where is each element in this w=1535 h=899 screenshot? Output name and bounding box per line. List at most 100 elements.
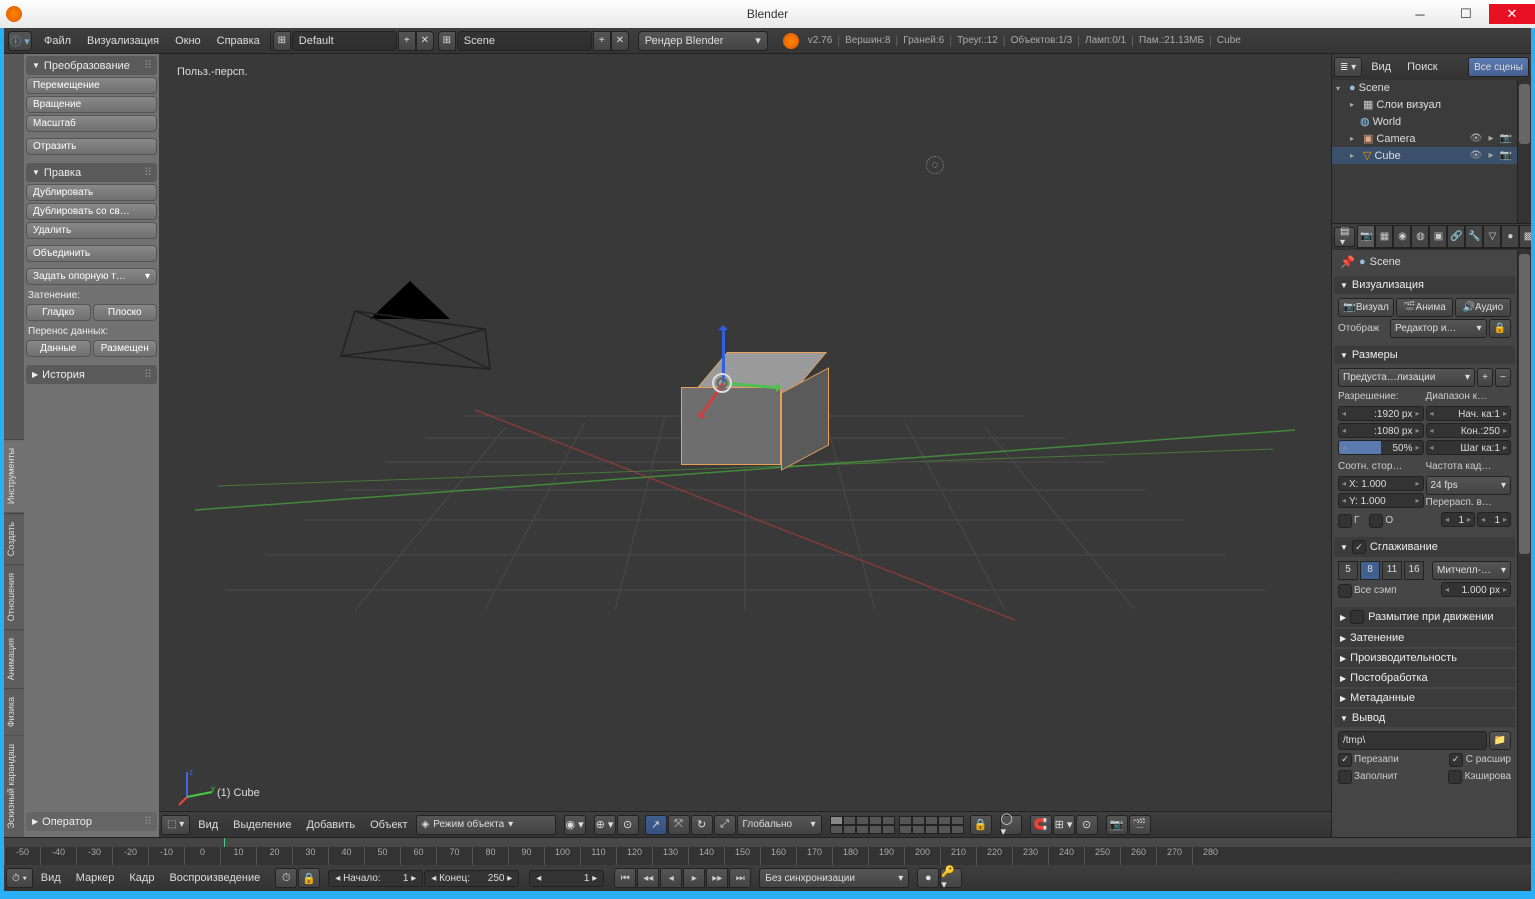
panel-motion-blur[interactable]: Размытие при движении (1334, 607, 1515, 627)
frame-start-field[interactable]: Нач. ка:1 (1426, 406, 1512, 421)
menu-render[interactable]: Визуализация (79, 35, 167, 47)
frame-start-input[interactable]: ◂ Начало:1 ▸ (328, 870, 423, 887)
delete-button[interactable]: Удалить (26, 222, 157, 239)
render-image-button[interactable]: 📷Визуал (1338, 298, 1394, 317)
rotate-button[interactable]: Вращение (26, 96, 157, 113)
render-engine-dropdown[interactable]: Рендер Blender▾ (638, 31, 768, 51)
current-frame-input[interactable]: ◂1 ▸ (529, 870, 604, 887)
tab-create[interactable]: Создать (4, 513, 24, 564)
outliner-item-scene[interactable]: Scene (1359, 82, 1390, 94)
proptab-scene[interactable]: ◉ (1393, 225, 1411, 248)
menu-help[interactable]: Справка (209, 35, 268, 47)
lock-layers-button[interactable]: 🔒 (970, 815, 992, 835)
aa-5-button[interactable]: 5 (1338, 561, 1358, 580)
shading-mode-button[interactable]: ◉ ▾ (564, 815, 586, 835)
res-pct-field[interactable]: 50% (1338, 440, 1424, 455)
border-check[interactable] (1338, 514, 1352, 528)
data-button[interactable]: Данные (26, 340, 91, 357)
duplicate-button[interactable]: Дублировать (26, 184, 157, 201)
proportional-edit-button[interactable]: ◯ ▾ (1000, 815, 1022, 835)
gizmo-center[interactable] (712, 373, 732, 393)
render-anim-button[interactable]: 🎬Анима (1396, 298, 1452, 317)
panel-postprocess[interactable]: Постобработка (1334, 669, 1515, 687)
frame-step-field[interactable]: Шаг ка:1 (1426, 440, 1512, 455)
render-audio-button[interactable]: 🔊Аудио (1455, 298, 1511, 317)
preset-add-button[interactable]: + (1477, 368, 1493, 387)
timeline-track[interactable]: -50-40-30-20-100102030405060708090100110… (4, 838, 1531, 865)
vp-menu-select[interactable]: Выделение (226, 819, 298, 831)
snap-element-button[interactable]: ⊞ ▾ (1053, 815, 1075, 835)
layers-widget[interactable] (830, 816, 964, 834)
outliner-scrollbar[interactable] (1517, 80, 1531, 223)
duplicate-linked-button[interactable]: Дублировать со св… (26, 203, 157, 220)
vp-menu-add[interactable]: Добавить (299, 819, 362, 831)
join-button[interactable]: Объединить (26, 245, 157, 262)
panel-performance[interactable]: Производительность (1334, 649, 1515, 667)
panel-antialias-title[interactable]: ✓Сглаживание (1334, 537, 1515, 557)
res-x-field[interactable]: :1920 px (1338, 406, 1424, 421)
outliner-menu-search[interactable]: Поиск (1400, 61, 1444, 73)
props-scrollbar[interactable] (1517, 250, 1531, 837)
aspect-x-field[interactable]: X: 1.000 (1338, 476, 1424, 491)
maximize-button[interactable]: ☐ (1443, 4, 1489, 24)
layout-name-field[interactable]: Default (292, 31, 397, 51)
jump-start-button[interactable]: ⏮ (614, 868, 636, 888)
fps-dropdown[interactable]: 24 fps▾ (1426, 476, 1512, 495)
aa-16-button[interactable]: 16 (1404, 561, 1424, 580)
pin-icon[interactable]: 📌 (1340, 255, 1355, 269)
render-animation-button[interactable]: 🎬 (1129, 815, 1151, 835)
outliner-item-cube[interactable]: Cube (1374, 150, 1400, 162)
layout-delete-button[interactable]: ✕ (416, 31, 434, 51)
tl-range-toggle[interactable]: ⏱ (275, 868, 297, 888)
aa-11-button[interactable]: 11 (1382, 561, 1402, 580)
proptab-material[interactable]: ● (1501, 225, 1519, 248)
minimize-button[interactable]: ─ (1397, 4, 1443, 24)
tab-relations[interactable]: Отношения (4, 564, 24, 629)
mode-dropdown[interactable]: ◈ Режим объекта ▾ (416, 815, 556, 835)
keyframe-prev-button[interactable]: ◂◂ (637, 868, 659, 888)
remap-new-field[interactable]: 1 (1477, 512, 1511, 527)
panel-operator[interactable]: Оператор⠿ (26, 812, 157, 831)
play-button[interactable]: ▸ (683, 868, 705, 888)
tab-grease-pencil[interactable]: Эскизный карандаш (4, 735, 24, 837)
translate-button[interactable]: Перемещение (26, 77, 157, 94)
preset-remove-button[interactable]: − (1495, 368, 1511, 387)
outliner-item-world[interactable]: World (1373, 116, 1402, 128)
render-preview-button[interactable]: 📷 (1106, 815, 1128, 835)
scale-button[interactable]: Масштаб (26, 115, 157, 132)
vp-menu-object[interactable]: Объект (363, 819, 414, 831)
panel-shading[interactable]: Затенение (1334, 629, 1515, 647)
editor-type-outliner[interactable]: ≣ ▾ (1334, 57, 1362, 77)
proptab-renderlayers[interactable]: ▦ (1375, 225, 1393, 248)
sync-mode-dropdown[interactable]: Без синхронизации▾ (759, 868, 909, 888)
proptab-render[interactable]: 📷 (1357, 225, 1375, 248)
crop-check[interactable] (1369, 514, 1383, 528)
output-path-field[interactable]: /tmp\ (1338, 731, 1487, 750)
scene-browse-button[interactable]: ⊞ (438, 31, 456, 51)
menu-file[interactable]: Файл (36, 35, 79, 47)
aa-size-field[interactable]: 1.000 px (1441, 582, 1511, 597)
proptab-object[interactable]: ▣ (1429, 225, 1447, 248)
editor-type-3dview[interactable]: ⬚ ▾ (161, 815, 190, 835)
play-reverse-button[interactable]: ◂ (660, 868, 682, 888)
close-button[interactable]: ✕ (1489, 4, 1535, 24)
tl-menu-view[interactable]: Вид (34, 872, 68, 884)
mirror-button[interactable]: Отразить (26, 138, 157, 155)
scene-name-field[interactable]: Scene (457, 31, 592, 51)
frame-end-input[interactable]: ◂ Конец:250 ▸ (424, 870, 519, 887)
pivot-button[interactable]: ⊕ ▾ (594, 815, 616, 835)
orientation-dropdown[interactable]: Глобально▾ (737, 815, 822, 835)
layout-browse-button[interactable]: ⊞ (273, 31, 291, 51)
pivot-align-button[interactable]: ⊙ (617, 815, 639, 835)
autokey-toggle[interactable]: ● (917, 868, 939, 888)
proptab-modifiers[interactable]: 🔧 (1465, 225, 1483, 248)
panel-dimensions-title[interactable]: Размеры (1334, 346, 1515, 364)
proptab-texture[interactable]: ▩ (1519, 225, 1531, 248)
jump-end-button[interactable]: ⏭ (729, 868, 751, 888)
snap-target-button[interactable]: ⊙ (1076, 815, 1098, 835)
lock-ui-button[interactable]: 🔒 (1489, 319, 1511, 338)
snap-toggle[interactable]: 🧲 (1030, 815, 1052, 835)
datalayout-button[interactable]: Размещен (93, 340, 158, 357)
tl-menu-frame[interactable]: Кадр (122, 872, 161, 884)
cube-object[interactable] (686, 352, 796, 462)
